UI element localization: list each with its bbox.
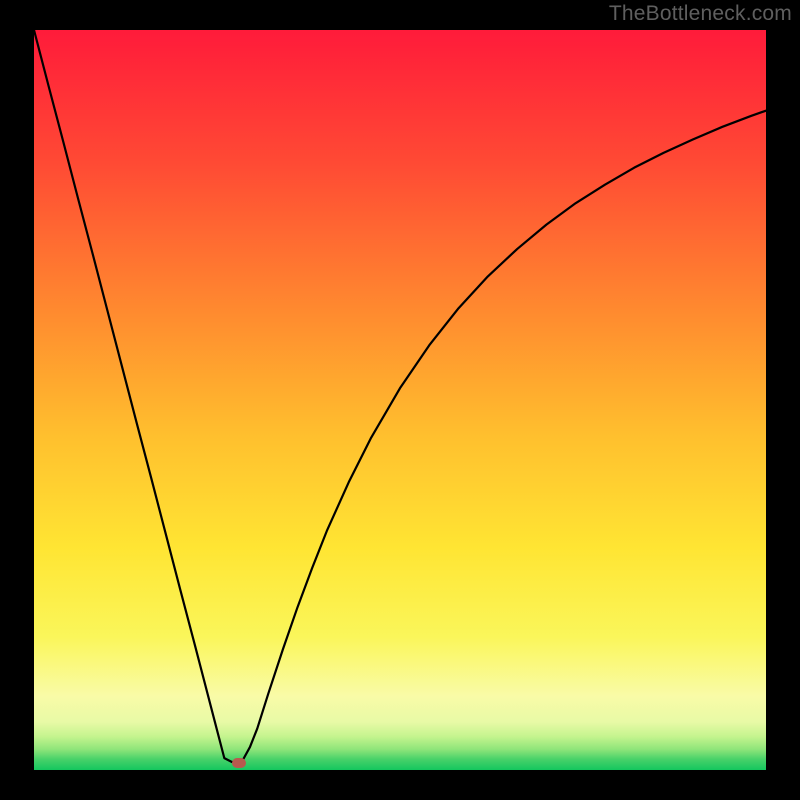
chart-frame: TheBottleneck.com	[0, 0, 800, 800]
watermark-text: TheBottleneck.com	[609, 2, 792, 26]
plot-area	[34, 30, 766, 770]
optimum-marker	[232, 758, 246, 768]
gradient-background	[34, 30, 766, 770]
bottleneck-curve-chart	[34, 30, 766, 770]
